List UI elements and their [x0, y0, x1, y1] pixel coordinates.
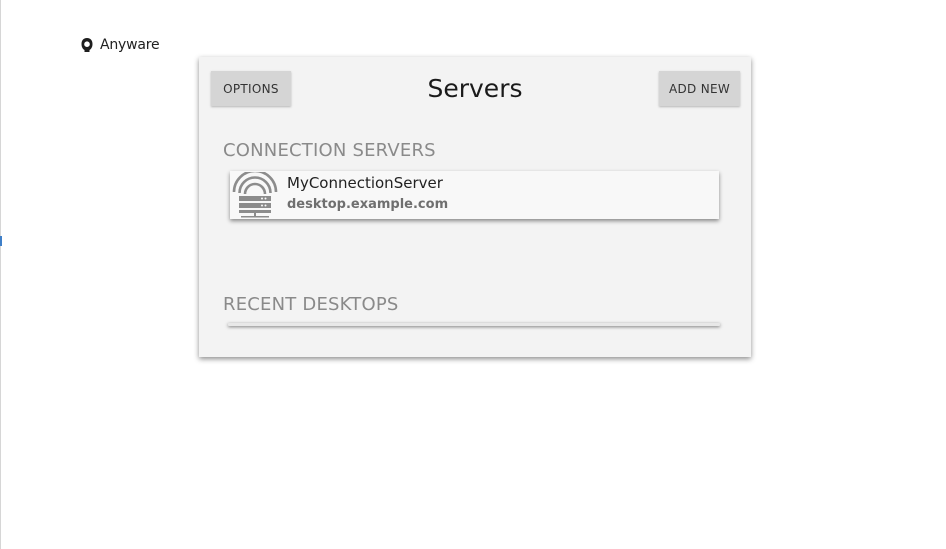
brand-name: Anyware — [100, 37, 160, 53]
anyware-logo-icon — [81, 38, 93, 52]
server-host: desktop.example.com — [287, 197, 449, 212]
add-new-button[interactable]: ADD NEW — [659, 71, 740, 106]
recent-desktops-list — [228, 323, 720, 326]
brand: Anyware — [80, 36, 160, 54]
window-left-edge — [0, 0, 1, 549]
connection-server-icon — [232, 172, 278, 218]
connection-servers-heading: CONNECTION SERVERS — [223, 140, 436, 161]
server-list-item[interactable]: MyConnectionServer desktop.example.com — [230, 171, 719, 219]
window-left-marker — [0, 236, 2, 246]
server-name: MyConnectionServer — [287, 174, 443, 192]
app-root: Anyware OPTIONS Servers ADD NEW CONNECTI… — [0, 0, 946, 549]
recent-desktops-heading: RECENT DESKTOPS — [223, 294, 399, 315]
servers-panel: OPTIONS Servers ADD NEW CONNECTION SERVE… — [199, 57, 751, 357]
